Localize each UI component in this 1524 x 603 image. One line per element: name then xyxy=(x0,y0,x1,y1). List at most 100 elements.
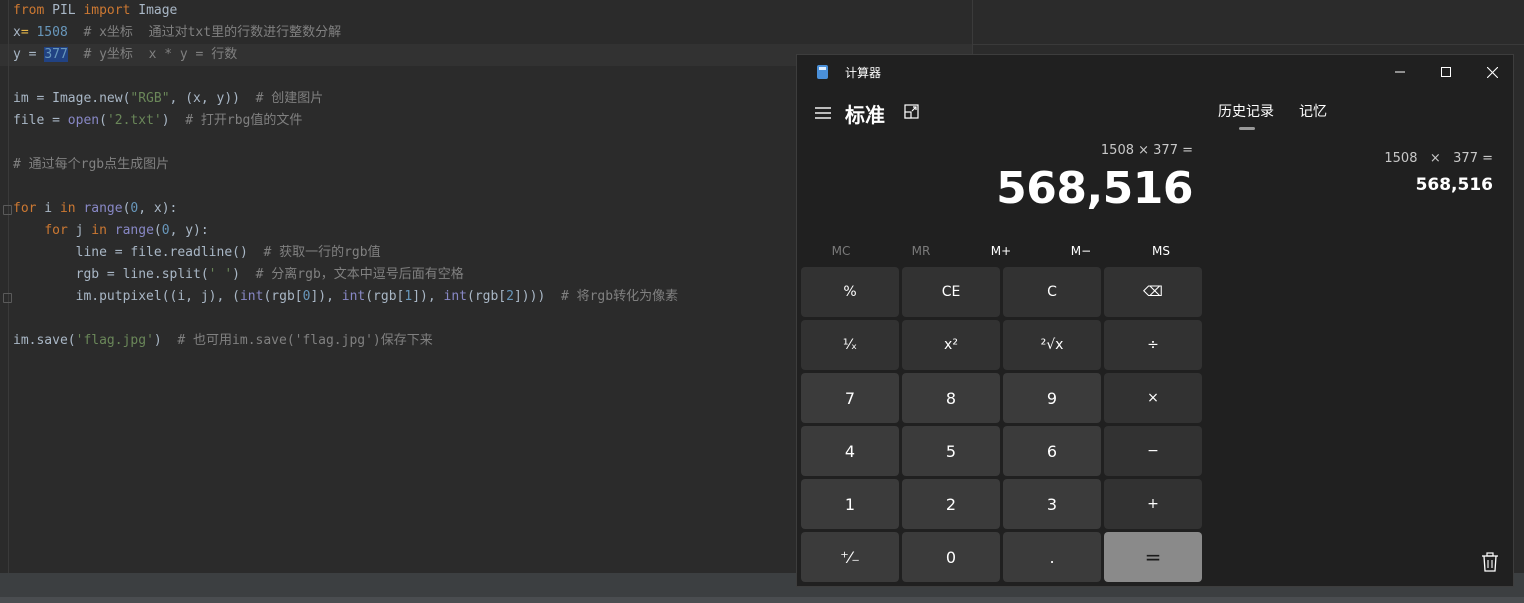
code-line[interactable]: line = file.readline() # 获取一行的rgb值 xyxy=(13,242,678,264)
maximize-button[interactable] xyxy=(1423,55,1469,89)
code-token: int xyxy=(341,289,366,304)
clear-entry-button[interactable]: CE xyxy=(902,267,1000,317)
square-button[interactable]: x² xyxy=(902,320,1000,370)
digit-9-button[interactable]: 9 xyxy=(1003,373,1101,423)
code-token: "RGB" xyxy=(130,91,170,106)
code-token: PIL xyxy=(44,3,84,18)
digit-1-button[interactable]: 1 xyxy=(801,479,899,529)
code-token: 0 xyxy=(161,223,170,238)
backspace-button[interactable]: ⌫ xyxy=(1104,267,1202,317)
expression-display: 1508 × 377 = xyxy=(1100,143,1193,158)
code-line[interactable]: im.save('flag.jpg') # 也可用im.save('flag.j… xyxy=(13,330,678,352)
code-token: , (x, y)) xyxy=(169,91,256,106)
add-button[interactable]: + xyxy=(1104,479,1202,529)
clear-button[interactable]: C xyxy=(1003,267,1101,317)
code-line[interactable] xyxy=(13,308,678,330)
code-token: 1508 xyxy=(36,25,68,40)
code-line[interactable]: rgb = line.split(' ') # 分离rgb，文本中逗号后面有空格 xyxy=(13,264,678,286)
code-line[interactable]: y = 377 # y坐标 x * y = 行数 xyxy=(13,44,678,66)
memory-button[interactable]: MR xyxy=(881,239,961,263)
tab-history[interactable]: 历史记录 xyxy=(1218,101,1274,121)
code-line[interactable]: x= 1508 # x坐标 通过对txt里的行数进行整数分解 xyxy=(13,22,678,44)
digit-7-button[interactable]: 7 xyxy=(801,373,899,423)
result-display: 568,516 xyxy=(996,163,1193,214)
code-token: ]), xyxy=(310,289,342,304)
code-token: ]), xyxy=(412,289,444,304)
code-content[interactable]: from PIL import Image x= 1508 # x坐标 通过对tx… xyxy=(13,0,678,352)
hamburger-menu-icon[interactable] xyxy=(813,103,833,123)
tab-memory[interactable]: 记忆 xyxy=(1299,101,1327,121)
code-token: 377 xyxy=(44,47,68,62)
code-token: im = Image.new( xyxy=(13,91,131,106)
code-token: # 创建图片 xyxy=(255,91,324,106)
window-title: 计算器 xyxy=(845,66,882,80)
code-token: line = file.readline() xyxy=(13,245,264,260)
minimize-icon xyxy=(1395,71,1405,73)
subtract-button[interactable]: − xyxy=(1104,426,1202,476)
code-token: (rgb[ xyxy=(263,289,303,304)
code-line[interactable] xyxy=(13,132,678,154)
code-line[interactable]: # 通过每个rgb点生成图片 xyxy=(13,154,678,176)
history-expression[interactable]: 1508 × 377 = xyxy=(1384,151,1493,166)
memory-button[interactable]: MC xyxy=(801,239,881,263)
memory-button[interactable]: M+ xyxy=(961,239,1041,263)
equals-button[interactable]: = xyxy=(1104,532,1202,582)
code-token: open xyxy=(67,113,100,128)
code-line[interactable]: for i in range(0, x): xyxy=(13,198,678,220)
digit-5-button[interactable]: 5 xyxy=(902,426,1000,476)
code-token: ) xyxy=(153,333,178,348)
digit-4-button[interactable]: 4 xyxy=(801,426,899,476)
history-result[interactable]: 568,516 xyxy=(1416,175,1493,195)
negate-button[interactable]: ⁺⁄₋ xyxy=(801,532,899,582)
code-token: # 也可用im.save('flag.jpg')保存下来 xyxy=(177,333,433,348)
fold-marker-icon[interactable] xyxy=(3,293,12,303)
mode-title: 标准 xyxy=(845,103,885,127)
code-line[interactable] xyxy=(13,176,678,198)
digit-3-button[interactable]: 3 xyxy=(1003,479,1101,529)
code-token: y = xyxy=(13,47,45,62)
keep-on-top-icon[interactable] xyxy=(903,103,921,121)
close-icon xyxy=(1486,66,1498,78)
code-line[interactable]: from PIL import Image xyxy=(13,0,678,22)
digit-8-button[interactable]: 8 xyxy=(902,373,1000,423)
code-token: range xyxy=(114,223,154,238)
calculator-window[interactable]: 计算器 标准 历史记录 记忆 1508 × 377 = 568,516 MC MR… xyxy=(796,54,1514,587)
code-line[interactable]: im.putpixel((i, j), (int(rgb[0]), int(rg… xyxy=(13,286,678,308)
code-token: 'flag.jpg' xyxy=(75,333,154,348)
digit-0-button[interactable]: 0 xyxy=(902,532,1000,582)
code-line[interactable]: for j in range(0, y): xyxy=(13,220,678,242)
trash-icon[interactable] xyxy=(1481,552,1499,572)
code-token: for xyxy=(44,223,68,238)
code-token: from xyxy=(13,3,45,18)
code-token: i xyxy=(36,201,60,216)
memory-buttons-row: MC MR M+ M− MS xyxy=(801,239,1201,263)
decimal-button[interactable]: . xyxy=(1003,532,1101,582)
digit-2-button[interactable]: 2 xyxy=(902,479,1000,529)
code-token: # 通过每个rgb点生成图片 xyxy=(13,157,170,172)
calculator-app-icon xyxy=(817,65,828,79)
code-token: 2 xyxy=(506,289,514,304)
code-line[interactable]: file = open('2.txt') # 打开rbg值的文件 xyxy=(13,110,678,132)
multiply-button[interactable]: × xyxy=(1104,373,1202,423)
reciprocal-button[interactable]: ¹⁄ₓ xyxy=(801,320,899,370)
close-button[interactable] xyxy=(1469,55,1515,89)
minimize-button[interactable] xyxy=(1377,55,1423,89)
square-root-button[interactable]: ²√x xyxy=(1003,320,1101,370)
memory-button[interactable]: M− xyxy=(1041,239,1121,263)
divide-button[interactable]: ÷ xyxy=(1104,320,1202,370)
percent-button[interactable]: % xyxy=(801,267,899,317)
code-token: , x): xyxy=(138,201,178,216)
digit-6-button[interactable]: 6 xyxy=(1003,426,1101,476)
title-bar[interactable]: 计算器 xyxy=(797,55,1513,89)
intention-bulb-icon[interactable]: = xyxy=(21,25,37,40)
code-line[interactable]: im = Image.new("RGB", (x, y)) # 创建图片 xyxy=(13,88,678,110)
memory-button[interactable]: MS xyxy=(1121,239,1201,263)
code-token: ( xyxy=(153,223,162,238)
code-token: ' ' xyxy=(208,267,233,282)
fold-marker-icon[interactable] xyxy=(3,205,12,215)
code-line[interactable] xyxy=(13,66,678,88)
code-token: ) xyxy=(232,267,256,282)
code-token: im.save( xyxy=(13,333,76,348)
code-token: x xyxy=(13,25,21,40)
